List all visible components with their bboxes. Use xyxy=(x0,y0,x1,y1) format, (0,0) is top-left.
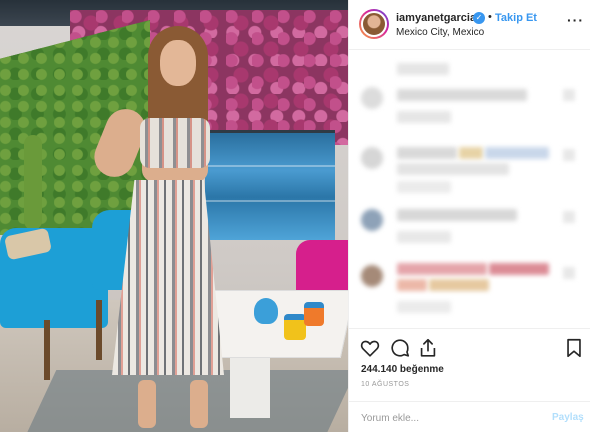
more-options-icon[interactable]: ··· xyxy=(567,12,584,28)
comment-input[interactable] xyxy=(361,409,541,427)
like-count[interactable]: 244.140 beğenme xyxy=(361,364,444,375)
blurred-comment-text xyxy=(397,301,451,313)
post-comment-button[interactable]: Paylaş xyxy=(552,412,584,423)
fountain-step xyxy=(205,165,335,167)
blurred-avatar xyxy=(361,265,383,287)
post-header: iamyanetgarcia ✓ • Takip Et Mexico City,… xyxy=(349,0,590,50)
heart-icon[interactable] xyxy=(359,337,381,359)
follow-button[interactable]: Takip Et xyxy=(495,12,537,24)
blurred-comment-text xyxy=(489,263,549,275)
comment-like-icon[interactable] xyxy=(563,149,575,161)
chair-leg xyxy=(96,300,102,360)
coffee-table-base xyxy=(230,358,270,418)
blurred-comment-text xyxy=(397,111,451,123)
comment-like-icon[interactable] xyxy=(563,267,575,279)
verified-badge-icon: ✓ xyxy=(473,12,485,24)
list-item xyxy=(349,203,590,259)
comments-list[interactable] xyxy=(349,51,590,327)
profile-avatar[interactable] xyxy=(359,9,389,39)
blurred-comment-text xyxy=(397,63,449,75)
person-face xyxy=(160,40,196,86)
person-foot xyxy=(138,380,156,428)
blurred-comment-text xyxy=(485,147,549,159)
blurred-comment-text xyxy=(397,181,451,193)
cactus xyxy=(24,135,42,230)
blurred-comment-text xyxy=(397,163,509,175)
bird-figurine xyxy=(254,298,278,324)
orange-jar xyxy=(304,302,324,326)
comment-like-icon[interactable] xyxy=(563,89,575,101)
list-item xyxy=(349,259,590,315)
blurred-avatar xyxy=(361,209,383,231)
chair-leg xyxy=(44,320,50,380)
blurred-avatar xyxy=(361,87,383,109)
striped-top xyxy=(140,118,210,168)
username-link[interactable]: iamyanetgarcia xyxy=(396,12,476,24)
avatar-image xyxy=(361,11,387,37)
share-icon[interactable] xyxy=(417,337,439,359)
post-actions: 244.140 beğenme 10 AĞUSTOS Paylaş xyxy=(349,328,590,432)
post-side-panel: iamyanetgarcia ✓ • Takip Et Mexico City,… xyxy=(348,0,590,432)
comment-like-icon[interactable] xyxy=(563,211,575,223)
rug xyxy=(23,370,348,432)
comment-form: Paylaş xyxy=(349,401,590,432)
water-fountain xyxy=(205,130,335,240)
list-item xyxy=(349,141,590,197)
bookmark-icon[interactable] xyxy=(563,337,585,359)
blurred-comment-text xyxy=(459,147,483,159)
post-photo[interactable] xyxy=(0,0,348,432)
blurred-comment-text xyxy=(397,263,487,275)
blurred-avatar xyxy=(361,147,383,169)
blurred-comment-text xyxy=(397,231,451,243)
blurred-comment-text xyxy=(397,279,427,291)
post-date: 10 AĞUSTOS xyxy=(361,381,410,388)
comment-icon[interactable] xyxy=(389,337,411,359)
location-link[interactable]: Mexico City, Mexico xyxy=(396,27,484,38)
person-foot xyxy=(190,380,208,428)
blurred-comment-text xyxy=(397,209,517,221)
fountain-step xyxy=(205,200,335,202)
blurred-comment-text xyxy=(397,147,457,159)
blurred-comment-text xyxy=(397,89,527,101)
blurred-comment-text xyxy=(429,279,489,291)
yellow-jar xyxy=(284,314,306,340)
list-item xyxy=(349,81,590,137)
separator-dot: • xyxy=(488,11,492,23)
